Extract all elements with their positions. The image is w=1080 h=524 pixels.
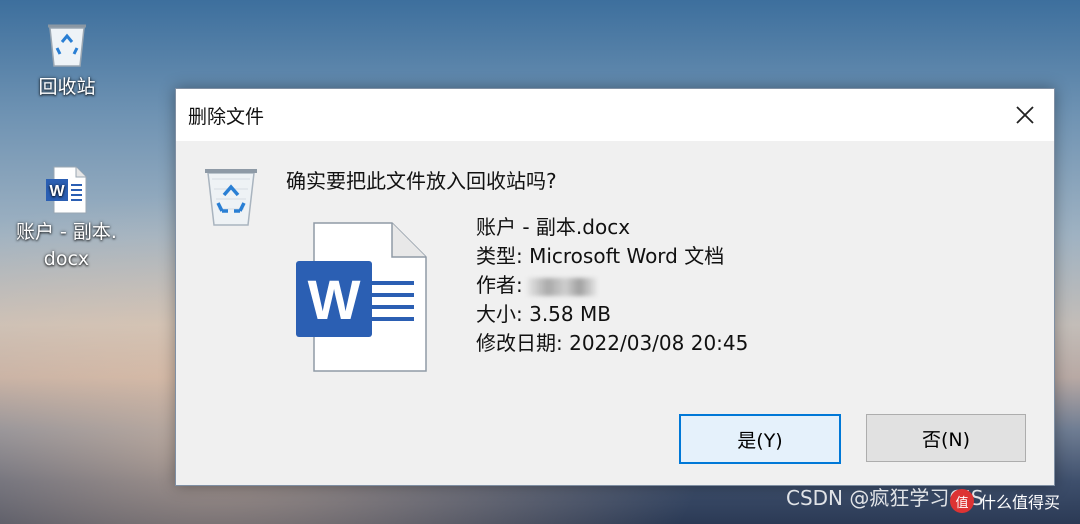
file-label-line2: docx — [43, 248, 90, 270]
file-author: 作者: — [476, 271, 748, 300]
author-redacted — [526, 277, 597, 296]
confirm-question: 确实要把此文件放入回收站吗? — [286, 169, 557, 193]
svg-text:W: W — [308, 268, 361, 331]
word-document-icon: W — [296, 222, 427, 372]
file-label-line1: 账户 - 副本. — [16, 221, 117, 243]
file-size: 大小: 3.58 MB — [476, 302, 611, 326]
dialog-titlebar[interactable]: 删除文件 — [176, 89, 1054, 141]
recycle-bin-icon — [205, 169, 257, 226]
desktop-recycle-bin[interactable]: 回收站 — [22, 20, 112, 101]
word-document-icon: W — [45, 166, 86, 214]
file-properties: 账户 - 副本.docx 类型: Microsoft Word 文档 作者: 大… — [476, 213, 748, 358]
desktop-file-docx[interactable]: W 账户 - 副本. docx — [4, 165, 129, 273]
file-modified: 修改日期: 2022/03/08 20:45 — [476, 331, 749, 355]
site-logo-icon: 值 — [950, 489, 974, 513]
site-watermark: 值 什么值得买 — [950, 489, 1060, 513]
dialog-title: 删除文件 — [188, 106, 265, 128]
recycle-bin-label: 回收站 — [38, 76, 96, 98]
file-name: 账户 - 副本.docx — [476, 215, 631, 239]
author-label: 作者: — [476, 273, 523, 297]
recycle-bin-icon — [48, 24, 86, 67]
svg-text:W: W — [49, 183, 65, 200]
site-name: 什么值得买 — [980, 493, 1061, 512]
delete-file-dialog: 删除文件 确实要把此文件放入回收站吗? W 账户 - 副本.docx 类型: M… — [175, 88, 1055, 486]
no-button[interactable]: 否(N) — [866, 414, 1026, 462]
close-button[interactable] — [1006, 97, 1044, 133]
close-icon — [1016, 106, 1034, 124]
yes-button[interactable]: 是(Y) — [679, 414, 841, 464]
file-type: 类型: Microsoft Word 文档 — [476, 244, 725, 268]
